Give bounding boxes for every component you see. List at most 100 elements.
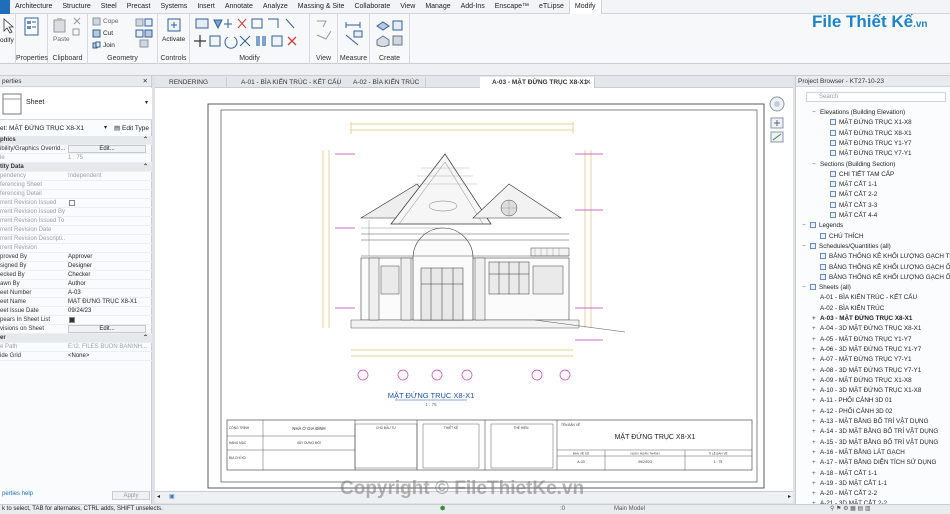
activate-label[interactable]: Activate [162, 36, 185, 43]
browser-tree-item[interactable]: + A-20 - MẶT CẮT 2-2 [812, 489, 877, 499]
close-tab-icon[interactable]: ✕ [586, 77, 591, 88]
tab-a03[interactable]: A-03 - MẶT ĐỨNG TRỤC X8-X1 ✕ [480, 77, 595, 88]
sheet-view-icon[interactable]: ▣ [169, 493, 175, 500]
collapse-icon[interactable]: ⌃ [143, 136, 148, 145]
property-group-header[interactable]: tity Data ⌃ [0, 163, 152, 172]
browser-tree-item[interactable]: BẢNG THỐNG KÊ KHỐI LƯỢNG GẠCH THẺ T [812, 252, 950, 262]
browser-tree-item[interactable]: − Elevations (Building Elevation) [812, 108, 905, 118]
join-label[interactable]: Join [103, 42, 115, 49]
edit-type-button[interactable]: Edit Type [122, 123, 149, 134]
property-value[interactable]: 09/24/23 [68, 307, 150, 316]
property-group-header[interactable]: er ⌃ [0, 334, 152, 343]
expand-toggle-icon[interactable]: + [812, 448, 820, 458]
expand-toggle-icon[interactable]: + [812, 417, 820, 427]
collapse-toggle-icon[interactable]: − [802, 221, 810, 231]
browser-tree-item[interactable]: + A-13 - MẶT BẰNG BỐ TRÍ VẬT DỤNG [812, 417, 928, 427]
select-arrow-icon[interactable] [1, 18, 15, 34]
property-value[interactable]: Approver [68, 253, 150, 262]
property-value[interactable]: Independent [68, 172, 150, 181]
menu-view[interactable]: View [395, 0, 420, 14]
property-value[interactable]: Author [68, 280, 150, 289]
collapse-toggle-icon[interactable]: − [812, 108, 820, 118]
property-value[interactable]: <None> [68, 352, 150, 361]
worksharing-icon[interactable]: ⬢ [440, 505, 445, 514]
expand-toggle-icon[interactable]: + [812, 427, 820, 437]
menu-systems[interactable]: Systems [155, 0, 192, 14]
browser-tree-item[interactable]: MẶT CẮT 1-1 [822, 180, 877, 190]
browser-tree-item[interactable]: + A-15 - 3D MẶT BẰNG BỐ TRÍ VẬT DỤNG [812, 438, 938, 448]
properties-help-link[interactable]: perties help [2, 491, 33, 497]
property-group-header[interactable]: phics ⌃ [0, 136, 152, 145]
expand-toggle-icon[interactable]: + [812, 366, 820, 376]
browser-tree-item[interactable]: + A-14 - 3D MẶT BẰNG BỐ TRÍ VẬT DỤNG [812, 427, 938, 437]
view-tools-icon[interactable] [314, 17, 334, 47]
modify-tool-label[interactable]: odify [0, 37, 14, 44]
menu-precast[interactable]: Precast [122, 0, 156, 14]
expand-toggle-icon[interactable]: + [812, 438, 820, 448]
apply-button[interactable]: Apply [112, 491, 150, 500]
browser-tree-item[interactable]: CHÚ THÍCH [812, 232, 864, 242]
expand-toggle-icon[interactable]: + [812, 345, 820, 355]
menu-modify[interactable]: Modify [568, 0, 602, 14]
measure-icon[interactable] [344, 17, 366, 47]
browser-tree-item[interactable]: CHI TIẾT TAM CẤP [822, 170, 894, 180]
collapse-icon[interactable]: ⌃ [143, 334, 148, 343]
file-menu-button[interactable] [0, 0, 10, 14]
browser-tree-item[interactable]: + A-12 - PHỐI CẢNH 3D 02 [812, 407, 892, 417]
browser-tree-item[interactable]: − Legends [802, 221, 843, 231]
collapse-icon[interactable]: ⌃ [143, 163, 148, 172]
menu-manage[interactable]: Manage [420, 0, 455, 14]
expand-toggle-icon[interactable]: + [812, 386, 820, 396]
menu-annotate[interactable]: Annotate [220, 0, 258, 14]
expand-toggle-icon[interactable]: + [812, 376, 820, 386]
property-checkbox[interactable] [69, 200, 75, 206]
chevron-down-icon[interactable]: ▾ [145, 99, 148, 106]
dropdown-chevron-icon[interactable]: ▾ [104, 123, 107, 134]
expand-toggle-icon[interactable]: + [812, 314, 820, 324]
browser-tree-item[interactable]: + A-08 - 3D MẶT ĐỨNG TRỤC Y7-Y1 [812, 366, 921, 376]
menu-collaborate[interactable]: Collaborate [349, 0, 395, 14]
browser-tree-item[interactable]: A-02 - BÌA KIẾN TRÚC [812, 304, 884, 314]
property-value[interactable]: 1 : 75 [68, 154, 150, 163]
cut-geometry-label[interactable]: Cut [103, 30, 113, 37]
expand-toggle-icon[interactable]: + [812, 469, 820, 479]
scroll-right-icon[interactable]: ▸ [788, 493, 791, 500]
browser-tree-item[interactable]: MẶT CẮT 3-3 [822, 201, 877, 211]
browser-tree-item[interactable]: − Sheets (all) [802, 283, 851, 293]
collapse-toggle-icon[interactable]: − [812, 160, 820, 170]
property-edit-button[interactable]: Edit... [68, 145, 146, 153]
cope-label[interactable]: Cope [103, 18, 119, 25]
navigation-wheel-icon[interactable] [767, 92, 787, 154]
browser-tree-item[interactable]: + A-18 - MẶT CẮT 1-1 [812, 469, 877, 479]
scroll-left-icon[interactable]: ◂ [157, 493, 160, 500]
activate-icon[interactable] [166, 17, 182, 33]
properties-icon[interactable] [24, 17, 40, 37]
tab-a02[interactable]: A-02 - BÌA KIẾN TRÚC [341, 77, 426, 88]
tab-rendering[interactable]: RENDERING [157, 77, 227, 88]
menu-insert[interactable]: Insert [192, 0, 220, 14]
browser-tree-item[interactable]: MẶT CẮT 2-2 [822, 190, 877, 200]
property-edit-button[interactable]: Edit... [68, 325, 146, 333]
browser-tree-item[interactable]: MẶT CẮT 4-4 [822, 211, 877, 221]
property-checkbox[interactable] [69, 317, 75, 323]
menu-massing-site[interactable]: Massing & Site [293, 0, 350, 14]
browser-tree-item[interactable]: MẶT ĐỨNG TRỤC Y7-Y1 [822, 149, 912, 159]
menu-analyze[interactable]: Analyze [258, 0, 293, 14]
expand-toggle-icon[interactable]: + [812, 324, 820, 334]
create-tools-icon[interactable] [374, 17, 406, 47]
collapse-toggle-icon[interactable]: − [802, 242, 810, 252]
property-value[interactable]: Designer [68, 262, 150, 271]
expand-toggle-icon[interactable]: + [812, 458, 820, 468]
property-value[interactable]: MẶT ĐỨNG TRỤC X8-X1 [68, 298, 150, 307]
cope-icon[interactable] [92, 17, 101, 26]
browser-tree-item[interactable]: + A-06 - 3D MẶT ĐỨNG TRỤC Y1-Y7 [812, 345, 921, 355]
menu-architecture[interactable]: Architecture [10, 0, 57, 14]
tab-a01[interactable]: A-01 - BÌA KIẾN TRÚC - KẾT CẤU [229, 77, 341, 88]
selection-filter-icons[interactable]: ⚲ ⚑ ⚙ ▦ ▤ ▥ [830, 505, 871, 514]
expand-toggle-icon[interactable]: + [812, 407, 820, 417]
project-browser-search[interactable]: Search [806, 92, 946, 102]
close-icon[interactable]: ✕ [143, 76, 148, 87]
property-value[interactable]: Checker [68, 271, 150, 280]
browser-tree-item[interactable]: A-01 - BÌA KIẾN TRÚC - KẾT CẤU [812, 293, 917, 303]
modify-tools-icon[interactable] [194, 16, 306, 52]
